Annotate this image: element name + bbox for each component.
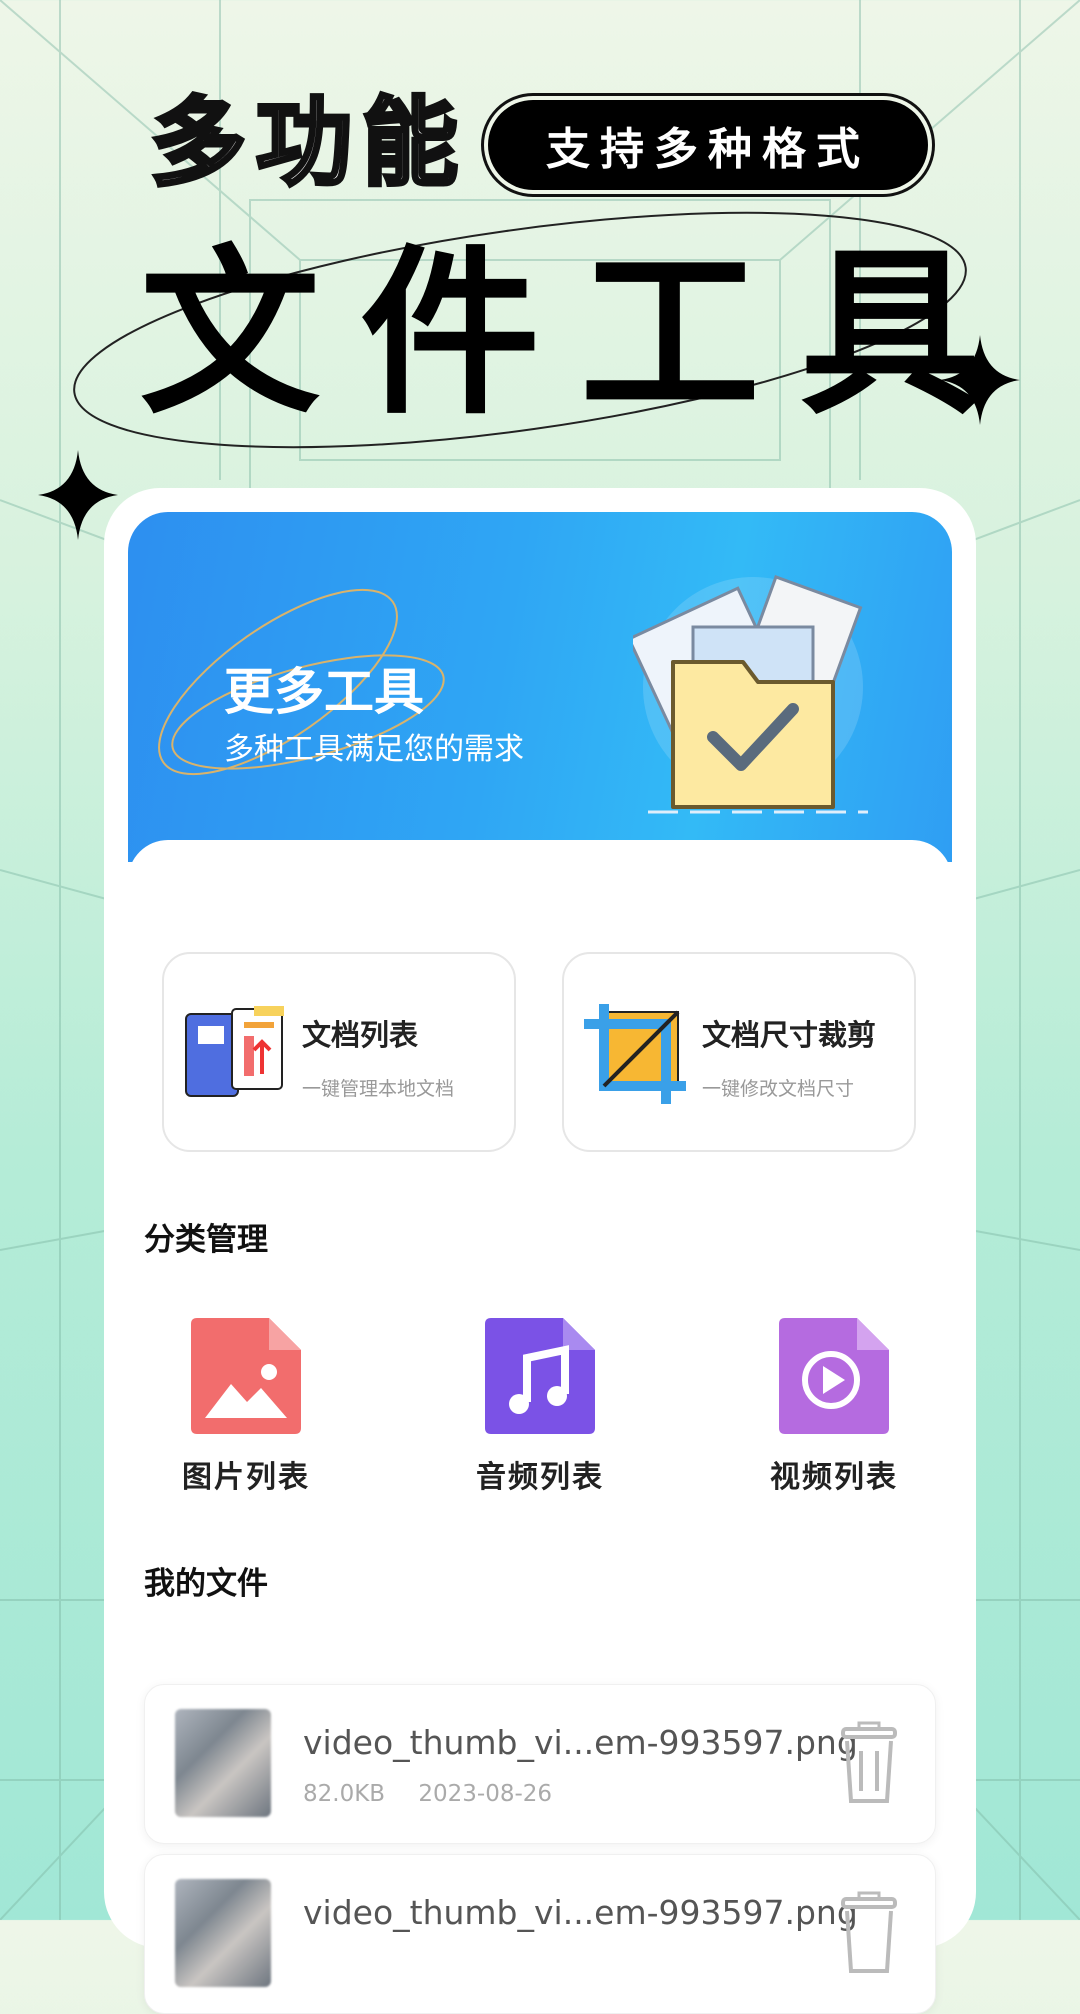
file-row[interactable]: video_thumb_vi...em-993597.png 82.0KB 20… xyxy=(144,1684,936,1844)
trash-icon[interactable] xyxy=(839,1891,899,1975)
headline-big: 文件工具 xyxy=(140,230,1021,439)
format-support-badge: 支持多种格式 xyxy=(488,100,928,190)
crop-icon xyxy=(584,1004,686,1104)
sparkle-icon xyxy=(940,335,1020,425)
image-file-icon xyxy=(191,1318,301,1434)
banner-curve xyxy=(128,840,952,880)
banner-subtitle: 多种工具满足您的需求 xyxy=(224,732,524,767)
category-image-list[interactable]: 图片列表 xyxy=(136,1318,356,1496)
tool-document-crop[interactable]: 文档尺寸裁剪 一键修改文档尺寸 xyxy=(562,952,916,1152)
audio-file-icon xyxy=(485,1318,595,1434)
file-name: video_thumb_vi...em-993597.png xyxy=(303,1723,858,1762)
file-name: video_thumb_vi...em-993597.png xyxy=(303,1893,858,1932)
video-file-icon xyxy=(779,1318,889,1434)
tool-subtitle: 一键修改文档尺寸 xyxy=(702,1078,855,1100)
trash-icon[interactable] xyxy=(839,1721,899,1805)
tool-subtitle: 一键管理本地文档 xyxy=(302,1078,455,1100)
folder-check-icon xyxy=(633,575,868,814)
tool-title: 文档尺寸裁剪 xyxy=(702,1018,877,1052)
banner-title: 更多工具 xyxy=(224,663,424,721)
file-row[interactable]: video_thumb_vi...em-993597.png xyxy=(144,1854,936,2014)
file-meta: 82.0KB 2023-08-26 xyxy=(303,1781,578,1807)
document-list-icon xyxy=(185,1006,284,1097)
file-thumbnail xyxy=(175,1709,271,1817)
app-screen-card: 更多工具 多种工具满足您的需求 文档列表 一键管理本地文档 文档尺寸裁剪 一键修… xyxy=(104,488,976,2014)
tool-title: 文档列表 xyxy=(302,1018,419,1052)
headline-small: 多功能 xyxy=(148,87,468,199)
file-date: 2023-08-26 xyxy=(418,1781,553,1807)
category-audio-list[interactable]: 音频列表 xyxy=(430,1318,650,1496)
file-size: 82.0KB xyxy=(303,1781,386,1807)
category-label: 视频列表 xyxy=(770,1460,898,1495)
tool-document-list[interactable]: 文档列表 一键管理本地文档 xyxy=(162,952,516,1152)
category-label: 音频列表 xyxy=(476,1460,604,1495)
file-thumbnail xyxy=(175,1879,271,1987)
category-label: 图片列表 xyxy=(182,1460,310,1495)
category-section-title: 分类管理 xyxy=(144,1222,268,1258)
more-tools-banner[interactable]: 更多工具 多种工具满足您的需求 xyxy=(128,512,952,862)
category-video-list[interactable]: 视频列表 xyxy=(724,1318,944,1496)
my-files-section-title: 我的文件 xyxy=(144,1566,268,1602)
